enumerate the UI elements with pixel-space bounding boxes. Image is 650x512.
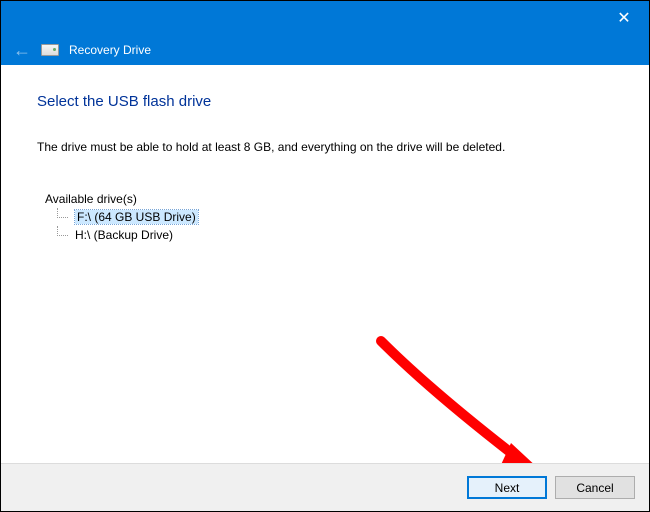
close-icon[interactable]: ✕ xyxy=(609,8,639,28)
drive-item-label: H:\ (Backup Drive) xyxy=(75,228,173,242)
drive-list: F:\ (64 GB USB Drive) H:\ (Backup Drive) xyxy=(57,208,613,244)
window-titlebar: ✕ xyxy=(1,1,649,35)
back-arrow-icon[interactable]: ← xyxy=(13,40,31,61)
header-bar: ← Recovery Drive xyxy=(1,35,649,65)
annotation-arrow-icon xyxy=(371,331,541,476)
drive-item-f[interactable]: F:\ (64 GB USB Drive) xyxy=(57,208,613,226)
drive-icon xyxy=(41,44,59,56)
content-area: Select the USB flash drive The drive mus… xyxy=(1,65,649,244)
next-button[interactable]: Next xyxy=(467,476,547,499)
page-description: The drive must be able to hold at least … xyxy=(37,140,613,154)
page-heading: Select the USB flash drive xyxy=(37,93,613,110)
drive-item-h[interactable]: H:\ (Backup Drive) xyxy=(57,226,613,244)
footer-bar: Next Cancel xyxy=(1,463,649,511)
wizard-title: Recovery Drive xyxy=(69,43,151,57)
drive-item-label: F:\ (64 GB USB Drive) xyxy=(75,210,198,224)
available-drives-label: Available drive(s) xyxy=(45,192,613,206)
cancel-button[interactable]: Cancel xyxy=(555,476,635,499)
